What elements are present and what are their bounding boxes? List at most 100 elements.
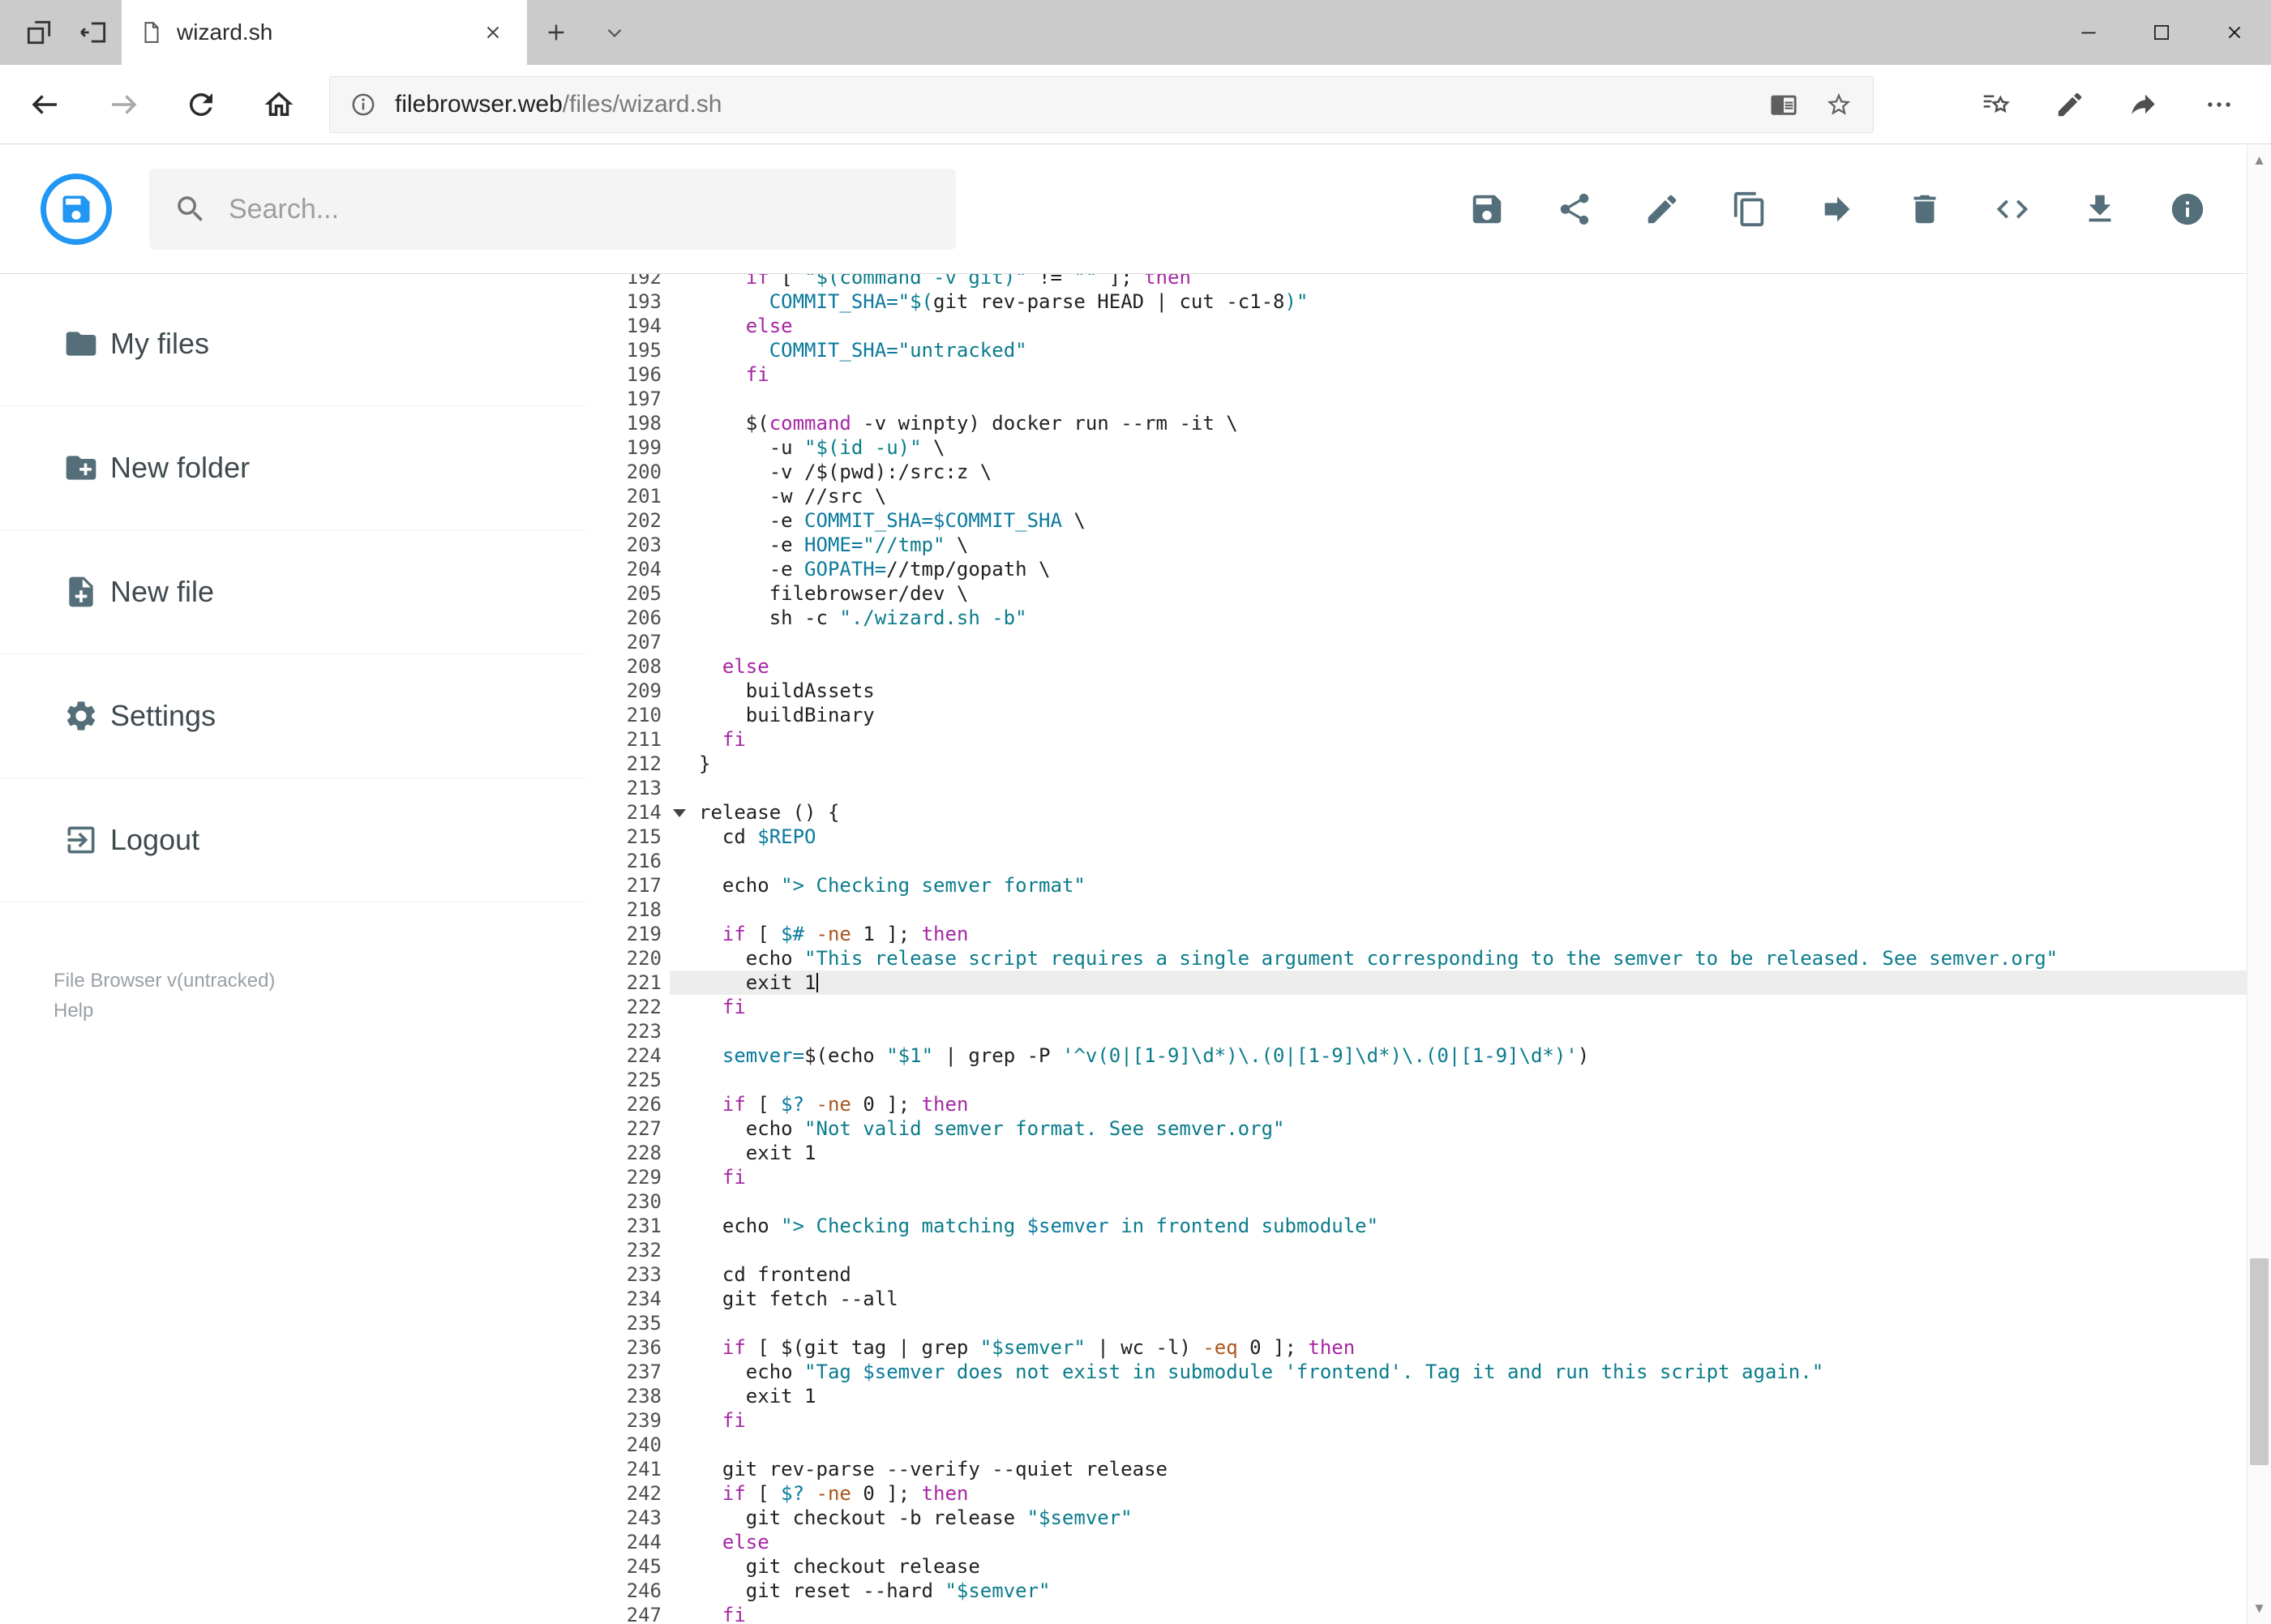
code-line-232[interactable]: 232 (587, 1238, 2271, 1262)
code-line-209[interactable]: 209 buildAssets (587, 679, 2271, 703)
code-line-204[interactable]: 204 -e GOPATH=//tmp/gopath \ (587, 557, 2271, 581)
code-line-224[interactable]: 224 semver=$(echo "$1" | grep -P '^v(0|[… (587, 1043, 2271, 1068)
sidebar-item-my-files[interactable]: My files (0, 282, 587, 406)
code-line-237[interactable]: 237 echo "Tag $semver does not exist in … (587, 1360, 2271, 1384)
code-line-205[interactable]: 205 filebrowser/dev \ (587, 581, 2271, 606)
new-tab-button[interactable] (527, 0, 585, 65)
move-button[interactable] (1819, 191, 1856, 228)
code-line-231[interactable]: 231 echo "> Checking matching $semver in… (587, 1214, 2271, 1238)
forward-button[interactable] (84, 66, 162, 144)
code-line-246[interactable]: 246 git reset --hard "$semver" (587, 1579, 2271, 1603)
code-line-238[interactable]: 238 exit 1 (587, 1384, 2271, 1408)
code-line-207[interactable]: 207 (587, 630, 2271, 654)
maximize-button[interactable] (2125, 0, 2198, 65)
code-line-240[interactable]: 240 (587, 1433, 2271, 1457)
code-line-227[interactable]: 227 echo "Not valid semver format. See s… (587, 1116, 2271, 1141)
tab-close-button[interactable] (477, 16, 509, 49)
code-editor[interactable]: 192 if [ "$(command -v git)" != "" ]; th… (587, 274, 2271, 1624)
code-line-202[interactable]: 202 -e COMMIT_SHA=$COMMIT_SHA \ (587, 508, 2271, 533)
share-page-button[interactable] (2107, 66, 2182, 144)
info-button[interactable] (2169, 191, 2206, 228)
code-line-196[interactable]: 196 fi (587, 362, 2271, 387)
code-button[interactable] (1994, 191, 2031, 228)
code-line-245[interactable]: 245 git checkout release (587, 1554, 2271, 1579)
fold-toggle-icon[interactable] (673, 809, 686, 817)
annotate-button[interactable] (2033, 66, 2107, 144)
code-line-211[interactable]: 211 fi (587, 727, 2271, 752)
code-line-219[interactable]: 219 if [ $# -ne 1 ]; then (587, 922, 2271, 946)
download-button[interactable] (2081, 191, 2119, 228)
code-line-214[interactable]: 214 release () { (587, 800, 2271, 825)
edit-button[interactable] (1643, 191, 1681, 228)
address-bar[interactable]: filebrowser.web/files/wizard.sh (329, 75, 1874, 133)
minimize-button[interactable] (2052, 0, 2125, 65)
code-line-235[interactable]: 235 (587, 1311, 2271, 1335)
code-line-199[interactable]: 199 -u "$(id -u)" \ (587, 435, 2271, 460)
code-line-234[interactable]: 234 git fetch --all (587, 1287, 2271, 1311)
code-line-228[interactable]: 228 exit 1 (587, 1141, 2271, 1165)
delete-button[interactable] (1906, 191, 1943, 228)
sidebar-item-logout[interactable]: Logout (0, 778, 587, 902)
search-bar[interactable] (149, 169, 956, 250)
code-line-223[interactable]: 223 (587, 1019, 2271, 1043)
code-line-220[interactable]: 220 echo "This release script requires a… (587, 946, 2271, 971)
code-line-206[interactable]: 206 sh -c "./wizard.sh -b" (587, 606, 2271, 630)
code-line-247[interactable]: 247 fi (587, 1603, 2271, 1624)
code-line-217[interactable]: 217 echo "> Checking semver format" (587, 873, 2271, 898)
refresh-button[interactable] (162, 66, 240, 144)
site-info-button[interactable] (349, 91, 382, 118)
code-line-241[interactable]: 241 git rev-parse --verify --quiet relea… (587, 1457, 2271, 1481)
more-options-button[interactable] (2182, 66, 2256, 144)
save-button[interactable] (1468, 191, 1506, 228)
scroll-up-button[interactable]: ▲ (2247, 145, 2271, 176)
code-line-198[interactable]: 198 $(command -v winpty) docker run --rm… (587, 411, 2271, 435)
browser-tab[interactable]: wizard.sh (122, 0, 527, 65)
code-line-208[interactable]: 208 else (587, 654, 2271, 679)
code-line-226[interactable]: 226 if [ $? -ne 0 ]; then (587, 1092, 2271, 1116)
code-line-213[interactable]: 213 (587, 776, 2271, 800)
sidebar-item-new-file[interactable]: New file (0, 530, 587, 654)
code-line-193[interactable]: 193 COMMIT_SHA="$(git rev-parse HEAD | c… (587, 289, 2271, 314)
copy-button[interactable] (1731, 191, 1768, 228)
sidebar-item-settings[interactable]: Settings (0, 654, 587, 778)
code-line-195[interactable]: 195 COMMIT_SHA="untracked" (587, 338, 2271, 362)
code-line-233[interactable]: 233 cd frontend (587, 1262, 2271, 1287)
favorites-hub-button[interactable] (1958, 66, 2033, 144)
back-button[interactable] (6, 66, 84, 144)
code-line-203[interactable]: 203 -e HOME="//tmp" \ (587, 533, 2271, 557)
scrollbar-thumb[interactable] (2250, 1258, 2269, 1465)
code-line-200[interactable]: 200 -v /$(pwd):/src:z \ (587, 460, 2271, 484)
tabs-aside-button[interactable] (66, 0, 122, 65)
code-line-239[interactable]: 239 fi (587, 1408, 2271, 1433)
home-button[interactable] (240, 66, 318, 144)
code-line-221[interactable]: 221 exit 1 (587, 971, 2271, 995)
code-line-218[interactable]: 218 (587, 898, 2271, 922)
code-line-242[interactable]: 242 if [ $? -ne 0 ]; then (587, 1481, 2271, 1506)
code-line-201[interactable]: 201 -w //src \ (587, 484, 2271, 508)
page-scrollbar[interactable]: ▲ ▼ (2247, 145, 2271, 1624)
help-link[interactable]: Help (54, 996, 587, 1026)
code-line-230[interactable]: 230 (587, 1189, 2271, 1214)
code-line-244[interactable]: 244 else (587, 1530, 2271, 1554)
code-line-229[interactable]: 229 fi (587, 1165, 2271, 1189)
tab-list-chevron-button[interactable] (585, 0, 644, 65)
close-window-button[interactable] (2198, 0, 2271, 65)
code-line-225[interactable]: 225 (587, 1068, 2271, 1092)
code-line-212[interactable]: 212} (587, 752, 2271, 776)
code-line-222[interactable]: 222 fi (587, 995, 2271, 1019)
sidebar-item-new-folder[interactable]: New folder (0, 406, 587, 530)
code-line-192[interactable]: 192 if [ "$(command -v git)" != "" ]; th… (587, 274, 2271, 289)
add-favorite-button[interactable] (1811, 79, 1866, 130)
reading-view-button[interactable] (1756, 79, 1811, 130)
search-input[interactable] (227, 192, 932, 226)
code-line-215[interactable]: 215 cd $REPO (587, 825, 2271, 849)
share-button[interactable] (1556, 191, 1593, 228)
code-line-210[interactable]: 210 buildBinary (587, 703, 2271, 727)
url-text[interactable]: filebrowser.web/files/wizard.sh (395, 91, 1756, 118)
code-line-197[interactable]: 197 (587, 387, 2271, 411)
tabs-preview-button[interactable] (11, 0, 66, 65)
code-line-243[interactable]: 243 git checkout -b release "$semver" (587, 1506, 2271, 1530)
code-line-194[interactable]: 194 else (587, 314, 2271, 338)
code-line-236[interactable]: 236 if [ $(git tag | grep "$semver" | wc… (587, 1335, 2271, 1360)
scroll-down-button[interactable]: ▼ (2247, 1593, 2271, 1624)
